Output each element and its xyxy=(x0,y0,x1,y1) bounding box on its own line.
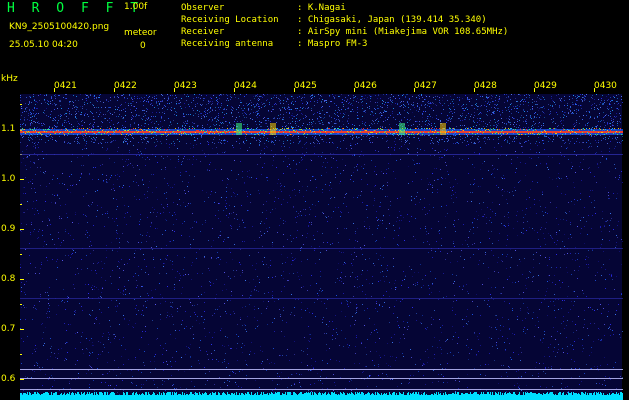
y-tick-mark xyxy=(20,329,24,330)
x-tick-mark xyxy=(294,88,295,92)
y-tick-mark xyxy=(20,179,24,180)
x-tick-mark xyxy=(474,88,475,92)
carrier-signal-trace xyxy=(20,123,623,135)
observation-timestamp: 25.05.10 04:20 xyxy=(9,40,78,50)
y-minor-tick-mark xyxy=(20,354,22,355)
noise-floor-trace xyxy=(20,392,623,400)
y-minor-tick-mark xyxy=(20,254,22,255)
y-tick-label: 0.9 xyxy=(1,224,16,234)
x-tick-mark xyxy=(534,88,535,92)
faint-horizontal-line xyxy=(20,248,623,249)
meteor-count-label: meteor xyxy=(124,28,157,38)
observer-value: : K.Nagai xyxy=(297,3,346,13)
meteor-count-value: 0 xyxy=(140,41,146,51)
y-tick-label: 1.0 xyxy=(1,174,16,184)
y-axis-unit: kHz xyxy=(1,74,18,84)
observer-label: Observer xyxy=(181,3,225,13)
y-tick-label: 0.7 xyxy=(1,324,16,334)
horizontal-lines xyxy=(20,154,623,390)
faint-horizontal-line xyxy=(20,298,623,299)
x-tick-mark xyxy=(174,88,175,92)
y-minor-tick-mark xyxy=(20,104,22,105)
y-tick-mark xyxy=(20,279,24,280)
y-minor-tick-mark xyxy=(20,304,22,305)
receiver-value: : AirSpy mini (Miakejima VOR 108.65MHz) xyxy=(297,27,509,37)
signal-burst xyxy=(236,123,242,135)
location-value: : Chigasaki, Japan (139.414 35.340) xyxy=(297,15,487,25)
y-minor-tick-mark xyxy=(20,204,22,205)
spectrogram-waterfall xyxy=(20,88,623,400)
reference-line xyxy=(20,389,623,390)
receiver-label: Receiver xyxy=(181,27,225,37)
y-tick-mark xyxy=(20,229,24,230)
antenna-label: Receiving antenna xyxy=(181,39,274,49)
y-tick-label: 1.1 xyxy=(1,124,16,134)
carrier-core xyxy=(20,131,623,133)
antenna-value: : Maspro FM-3 xyxy=(297,39,368,49)
x-tick-mark xyxy=(54,88,55,92)
y-tick-mark xyxy=(20,379,24,380)
image-filename: KN9_2505100420.png xyxy=(9,22,110,32)
hrofft-window: H R O F F T 1.00f KN9_2505100420.png met… xyxy=(0,0,629,400)
faint-horizontal-line xyxy=(20,154,623,155)
x-tick-mark xyxy=(114,88,115,92)
x-tick-mark xyxy=(234,88,235,92)
signal-burst xyxy=(440,123,446,135)
signal-burst xyxy=(270,123,276,135)
noise-speckle-layer xyxy=(20,94,623,400)
signal-burst xyxy=(399,123,405,135)
y-tick-label: 0.8 xyxy=(1,274,16,284)
app-title: H R O F F T xyxy=(7,1,143,16)
reference-line xyxy=(20,369,623,370)
noise-floor-base xyxy=(20,396,623,400)
y-tick-label: 0.6 xyxy=(1,374,16,384)
app-version: 1.00f xyxy=(124,2,148,12)
x-tick-mark xyxy=(354,88,355,92)
reference-line xyxy=(20,378,623,379)
x-tick-mark xyxy=(414,88,415,92)
x-tick-mark xyxy=(594,88,595,92)
location-label: Receiving Location xyxy=(181,15,279,25)
